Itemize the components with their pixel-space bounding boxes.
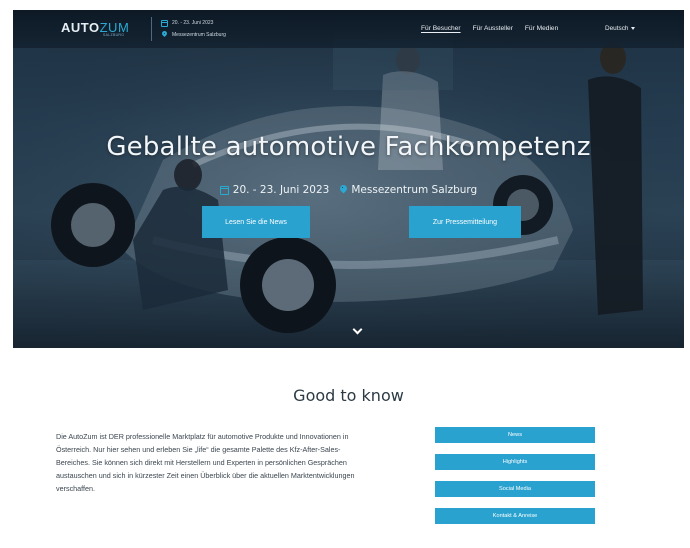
page: AUTOZUM SALZBURG 20. - 23. Juni 2023 Mes… <box>13 10 684 548</box>
main-nav: Für Besucher Für Aussteller Für Medien <box>421 25 558 32</box>
top-navigation-bar: AUTOZUM SALZBURG 20. - 23. Juni 2023 Mes… <box>13 10 684 48</box>
nav-item-aussteller[interactable]: Für Aussteller <box>473 25 513 32</box>
hero-location: Messezentrum Salzburg <box>351 184 478 196</box>
read-news-button[interactable]: Lesen Sie die News <box>202 206 310 238</box>
location-pin-icon <box>339 185 347 195</box>
nav-item-besucher[interactable]: Für Besucher <box>421 25 461 32</box>
event-info: 20. - 23. Juni 2023 Messezentrum Salzbur… <box>161 17 226 41</box>
language-label: Deutsch <box>605 25 629 32</box>
social-media-button[interactable]: Social Media <box>435 481 595 497</box>
quick-links: News Highlights Social Media Kontakt & A… <box>435 427 595 524</box>
hero-date: 20. - 23. Juni 2023 <box>232 184 330 196</box>
highlights-button[interactable]: Highlights <box>435 454 595 470</box>
event-date: 20. - 23. Juni 2023 <box>172 20 214 26</box>
hero-section: AUTOZUM SALZBURG 20. - 23. Juni 2023 Mes… <box>13 10 684 348</box>
calendar-icon <box>161 19 168 27</box>
intro-paragraph: Die AutoZum ist DER professionelle Markt… <box>56 432 355 493</box>
hero-title: Geballte automotive Fachkompetenz <box>106 132 591 162</box>
calendar-icon <box>219 185 229 195</box>
section-title: Good to know <box>293 386 404 405</box>
hero-event-details: 20. - 23. Juni 2023 Messezentrum Salzbur… <box>13 184 684 196</box>
language-selector[interactable]: Deutsch <box>605 25 636 32</box>
caret-down-icon <box>631 27 636 30</box>
hero-background-image <box>13 10 684 348</box>
news-button[interactable]: News <box>435 427 595 443</box>
autozum-logo[interactable]: AUTOZUM SALZBURG <box>61 20 141 38</box>
location-pin-icon <box>161 31 168 39</box>
event-location: Messezentrum Salzburg <box>172 32 226 38</box>
nav-item-medien[interactable]: Für Medien <box>525 25 558 32</box>
header-divider <box>151 17 152 41</box>
press-release-button[interactable]: Zur Pressemitteilung <box>409 206 521 238</box>
contact-directions-button[interactable]: Kontakt & Anreise <box>435 508 595 524</box>
